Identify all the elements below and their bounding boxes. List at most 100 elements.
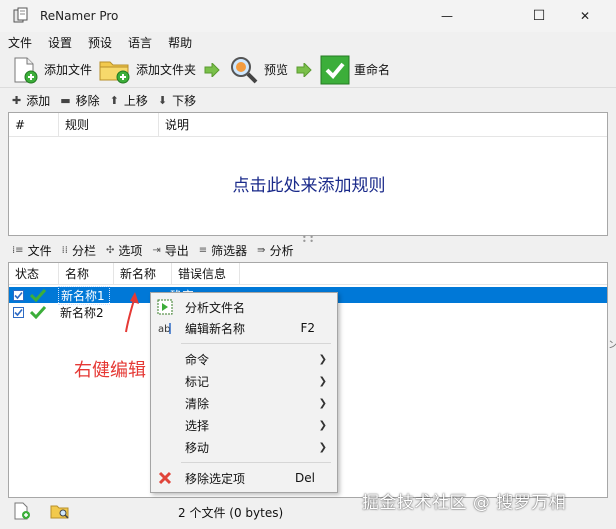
minimize-icon: — (441, 9, 453, 23)
status-add-file-icon[interactable] (12, 502, 32, 520)
annotation-arrow-icon (125, 292, 139, 333)
close-icon: ✕ (579, 9, 591, 23)
add-folders-button[interactable]: 添加文件夹 (98, 54, 196, 86)
add-rule-label: 添加 (26, 93, 51, 108)
close-button[interactable]: ✕ (562, 0, 608, 32)
title-bar: ReNamer Pro — ☐ ✕ (0, 0, 616, 32)
analyze-label: 分析 (269, 243, 294, 258)
files-col-name[interactable]: 名称 (59, 262, 114, 285)
menu-separator (181, 462, 331, 463)
maximize-icon: ☐ (532, 8, 546, 24)
add-rules-hint[interactable]: 点击此处来添加规则 (9, 171, 609, 196)
green-check-icon (30, 288, 46, 302)
edit-name-icon: ab (158, 323, 171, 335)
analyze-name-icon (157, 299, 173, 315)
remove-selected-label: 移除选定项 (185, 471, 246, 486)
minus-icon: ▬ (60, 93, 71, 107)
filter-label: 筛选器 (211, 243, 248, 258)
file-name: 新名称2 (60, 305, 104, 320)
rule-toolbar: ✚ 添加 ▬ 移除 ⬆ 上移 ⬇ 下移 (0, 90, 616, 110)
submenu-arrow-icon: ❯ (318, 375, 327, 387)
maximize-button[interactable]: ☐ (516, 0, 562, 32)
file-menu-button[interactable]: ⁞≡ 文件 (12, 242, 52, 259)
options-button[interactable]: ✣ 选项 (106, 242, 142, 259)
submenu-arrow-icon: ❯ (318, 397, 327, 409)
rules-col-rule[interactable]: 规则 (59, 112, 159, 137)
status-folder-search-icon[interactable] (50, 502, 70, 520)
filter-button[interactable]: ≡ 筛选器 (199, 242, 247, 259)
checkbox-check-icon (14, 291, 23, 299)
row-checkbox[interactable] (13, 289, 24, 301)
context-menu: 分析文件名 ab 编辑新名称 F2 命令 ❯ 标记 ❯ 清除 ❯ 选择 ❯ 移动… (150, 292, 338, 493)
files-col-state[interactable]: 状态 (9, 262, 59, 285)
files-col-error[interactable]: 错误信息 (172, 262, 240, 285)
remove-rule-label: 移除 (75, 93, 100, 108)
file-toolbar: ⁞≡ 文件 ⁞⁞ 分栏 ✣ 选项 ⇥ 导出 ≡ 筛选器 ⇛ 分析 (0, 240, 616, 260)
watermark-text: 掘金技术社区 @ 搜罗万相 (362, 493, 567, 513)
window-title: ReNamer Pro (40, 9, 119, 23)
analyze-name-label: 分析文件名 (185, 300, 246, 315)
magnifier-icon (231, 56, 258, 83)
move-down-button[interactable]: ⬇ 下移 (158, 92, 196, 109)
remove-rule-button[interactable]: ▬ 移除 (60, 92, 99, 109)
export-button[interactable]: ⇥ 导出 (152, 242, 188, 259)
menu-item-analyze-name[interactable]: 分析文件名 (151, 296, 337, 318)
menu-bar: 文件 设置 预设 语言 帮助 (0, 32, 616, 52)
export-label: 导出 (164, 243, 189, 258)
file-menu-label: 文件 (27, 243, 52, 258)
remove-shortcut: Del (295, 471, 315, 485)
menu-help[interactable]: 帮助 (168, 34, 192, 51)
row-checkbox[interactable] (13, 306, 24, 318)
columns-label: 分栏 (71, 243, 96, 258)
arrow-right-icon (296, 62, 312, 77)
svg-text:ab: ab (158, 324, 170, 335)
menu-item-move[interactable]: 移动 ❯ (151, 436, 337, 458)
submenu-arrow-icon: ❯ (318, 353, 327, 365)
files-col-new-name[interactable]: 新名称 (114, 262, 172, 285)
rules-table[interactable]: # 规则 说明 点击此处来添加规则 (8, 112, 608, 236)
export-icon: ⇥ (152, 244, 161, 256)
columns-button[interactable]: ⁞⁞ 分栏 (62, 242, 96, 259)
arrow-up-icon: ⬆ (109, 93, 119, 107)
plus-icon: ✚ (12, 93, 22, 107)
rules-col-description[interactable]: 说明 (159, 113, 279, 137)
rules-col-number[interactable]: # (9, 112, 59, 137)
add-folder-icon (99, 61, 130, 83)
add-files-label: 添加文件 (44, 63, 93, 77)
options-label: 选项 (118, 243, 143, 258)
move-down-label: 下移 (172, 93, 197, 108)
main-toolbar: 添加文件 添加文件夹 预览 重命名 (0, 52, 616, 88)
add-rule-button[interactable]: ✚ 添加 (12, 92, 50, 109)
menu-item-select[interactable]: 选择 ❯ (151, 414, 337, 436)
menu-language[interactable]: 语言 (128, 34, 152, 51)
analyze-button[interactable]: ⇛ 分析 (257, 242, 293, 259)
analyze-icon: ⇛ (257, 244, 266, 256)
menu-settings[interactable]: 设置 (48, 34, 72, 51)
move-label: 移动 (185, 440, 210, 455)
preview-button[interactable]: 预览 (228, 54, 288, 86)
add-folders-label: 添加文件夹 (136, 63, 197, 77)
arrow-down-icon: ⬇ (157, 93, 168, 107)
submenu-arrow-icon: ❯ (318, 419, 327, 431)
files-table-header: 状态 名称 新名称 错误信息 (9, 262, 607, 285)
select-label: 选择 (185, 418, 210, 433)
menu-presets[interactable]: 预设 (88, 34, 112, 51)
menu-item-commands[interactable]: 命令 ❯ (151, 348, 337, 370)
menu-item-remove-selected[interactable]: 移除选定项 Del (151, 467, 337, 489)
menu-item-clear[interactable]: 清除 ❯ (151, 392, 337, 414)
checkbox-check-icon (14, 308, 23, 316)
menu-file[interactable]: 文件 (8, 34, 32, 51)
rename-button[interactable]: 重命名 (320, 54, 390, 86)
move-up-label: 上移 (123, 93, 148, 108)
filter-icon: ≡ (198, 244, 208, 256)
remove-x-icon (158, 471, 172, 485)
annotation-text: 右健编辑 (74, 360, 146, 381)
minimize-button[interactable]: — (424, 0, 470, 32)
add-files-button[interactable]: 添加文件 (10, 54, 92, 86)
menu-item-mark[interactable]: 标记 ❯ (151, 370, 337, 392)
columns-icon: ⁞⁞ (61, 244, 68, 256)
rules-table-header: # 规则 说明 (9, 112, 607, 137)
menu-item-edit-new-name[interactable]: ab 编辑新名称 F2 (151, 317, 337, 339)
edit-new-name-label: 编辑新名称 (185, 321, 246, 336)
move-up-button[interactable]: ⬆ 上移 (110, 92, 148, 109)
